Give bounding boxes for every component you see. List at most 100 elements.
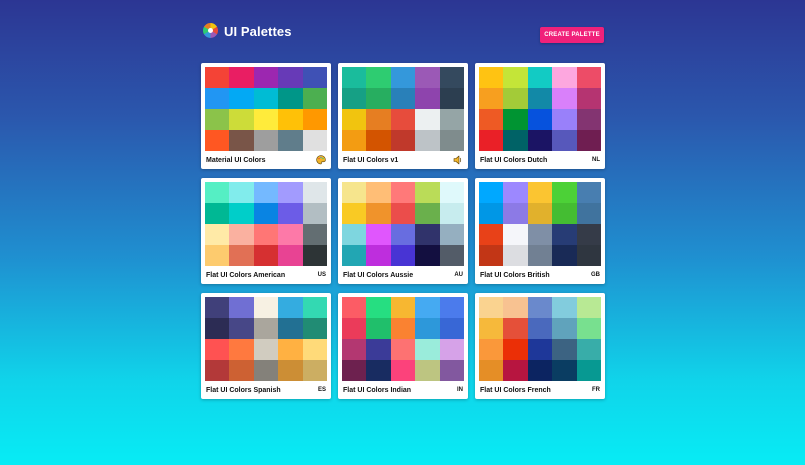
create-palette-button[interactable]: CREATE PALETTE: [540, 27, 604, 43]
color-swatch[interactable]: [576, 130, 601, 151]
color-swatch[interactable]: [503, 360, 528, 381]
color-swatch[interactable]: [205, 182, 230, 203]
color-swatch[interactable]: [390, 203, 416, 224]
color-swatch[interactable]: [576, 339, 601, 360]
color-swatch[interactable]: [503, 318, 528, 339]
color-swatch[interactable]: [253, 318, 279, 339]
color-swatch[interactable]: [205, 245, 230, 266]
color-swatch[interactable]: [253, 88, 279, 109]
color-swatch[interactable]: [302, 203, 327, 224]
color-swatch[interactable]: [576, 182, 601, 203]
color-swatch[interactable]: [342, 109, 367, 130]
color-swatch[interactable]: [576, 245, 601, 266]
palette-card[interactable]: Flat UI Colors British GB: [475, 178, 605, 284]
color-swatch[interactable]: [576, 109, 601, 130]
color-swatch[interactable]: [253, 339, 279, 360]
color-swatch[interactable]: [503, 182, 528, 203]
color-swatch[interactable]: [278, 130, 303, 151]
color-swatch[interactable]: [415, 88, 440, 109]
color-swatch[interactable]: [390, 224, 416, 245]
color-swatch[interactable]: [253, 245, 279, 266]
color-swatch[interactable]: [366, 130, 391, 151]
color-swatch[interactable]: [229, 318, 254, 339]
color-swatch[interactable]: [503, 339, 528, 360]
color-swatch[interactable]: [278, 297, 303, 318]
color-swatch[interactable]: [342, 130, 367, 151]
color-swatch[interactable]: [576, 318, 601, 339]
color-swatch[interactable]: [479, 182, 504, 203]
color-swatch[interactable]: [527, 67, 553, 88]
color-swatch[interactable]: [366, 224, 391, 245]
color-swatch[interactable]: [229, 360, 254, 381]
color-swatch[interactable]: [479, 318, 504, 339]
color-swatch[interactable]: [278, 360, 303, 381]
color-swatch[interactable]: [390, 88, 416, 109]
color-swatch[interactable]: [253, 203, 279, 224]
color-swatch[interactable]: [576, 203, 601, 224]
palette-card[interactable]: Flat UI Colors Spanish ES: [201, 293, 331, 399]
color-swatch[interactable]: [439, 130, 464, 151]
color-swatch[interactable]: [278, 245, 303, 266]
color-swatch[interactable]: [278, 203, 303, 224]
color-swatch[interactable]: [302, 245, 327, 266]
color-swatch[interactable]: [415, 109, 440, 130]
color-swatch[interactable]: [366, 245, 391, 266]
color-swatch[interactable]: [302, 360, 327, 381]
color-swatch[interactable]: [439, 224, 464, 245]
color-swatch[interactable]: [439, 182, 464, 203]
color-swatch[interactable]: [503, 109, 528, 130]
color-swatch[interactable]: [439, 67, 464, 88]
color-swatch[interactable]: [439, 88, 464, 109]
color-swatch[interactable]: [205, 318, 230, 339]
color-swatch[interactable]: [278, 318, 303, 339]
color-swatch[interactable]: [390, 297, 416, 318]
color-swatch[interactable]: [390, 245, 416, 266]
color-swatch[interactable]: [552, 203, 577, 224]
color-swatch[interactable]: [527, 360, 553, 381]
color-swatch[interactable]: [302, 339, 327, 360]
color-swatch[interactable]: [278, 182, 303, 203]
color-swatch[interactable]: [415, 318, 440, 339]
color-swatch[interactable]: [479, 224, 504, 245]
color-swatch[interactable]: [302, 297, 327, 318]
color-swatch[interactable]: [415, 297, 440, 318]
color-swatch[interactable]: [527, 339, 553, 360]
color-swatch[interactable]: [342, 67, 367, 88]
palette-card[interactable]: Flat UI Colors French FR: [475, 293, 605, 399]
color-swatch[interactable]: [205, 203, 230, 224]
color-swatch[interactable]: [278, 109, 303, 130]
palette-card[interactable]: Flat UI Colors American US: [201, 178, 331, 284]
color-swatch[interactable]: [479, 360, 504, 381]
color-swatch[interactable]: [479, 130, 504, 151]
color-swatch[interactable]: [479, 245, 504, 266]
color-swatch[interactable]: [576, 360, 601, 381]
color-swatch[interactable]: [527, 130, 553, 151]
color-swatch[interactable]: [342, 203, 367, 224]
color-swatch[interactable]: [366, 109, 391, 130]
color-swatch[interactable]: [527, 109, 553, 130]
color-swatch[interactable]: [302, 130, 327, 151]
color-swatch[interactable]: [205, 88, 230, 109]
color-swatch[interactable]: [342, 318, 367, 339]
color-swatch[interactable]: [366, 182, 391, 203]
color-swatch[interactable]: [205, 224, 230, 245]
color-swatch[interactable]: [278, 224, 303, 245]
color-swatch[interactable]: [342, 360, 367, 381]
color-swatch[interactable]: [205, 67, 230, 88]
color-swatch[interactable]: [552, 67, 577, 88]
color-swatch[interactable]: [229, 203, 254, 224]
color-swatch[interactable]: [366, 88, 391, 109]
app-title[interactable]: UI Palettes: [224, 24, 292, 39]
color-swatch[interactable]: [278, 88, 303, 109]
color-swatch[interactable]: [342, 245, 367, 266]
color-swatch[interactable]: [278, 67, 303, 88]
palette-card[interactable]: Flat UI Colors v1: [338, 63, 468, 169]
color-swatch[interactable]: [415, 339, 440, 360]
color-swatch[interactable]: [366, 297, 391, 318]
color-swatch[interactable]: [229, 297, 254, 318]
color-swatch[interactable]: [479, 67, 504, 88]
color-swatch[interactable]: [205, 109, 230, 130]
color-swatch[interactable]: [527, 182, 553, 203]
color-swatch[interactable]: [576, 67, 601, 88]
color-swatch[interactable]: [302, 224, 327, 245]
